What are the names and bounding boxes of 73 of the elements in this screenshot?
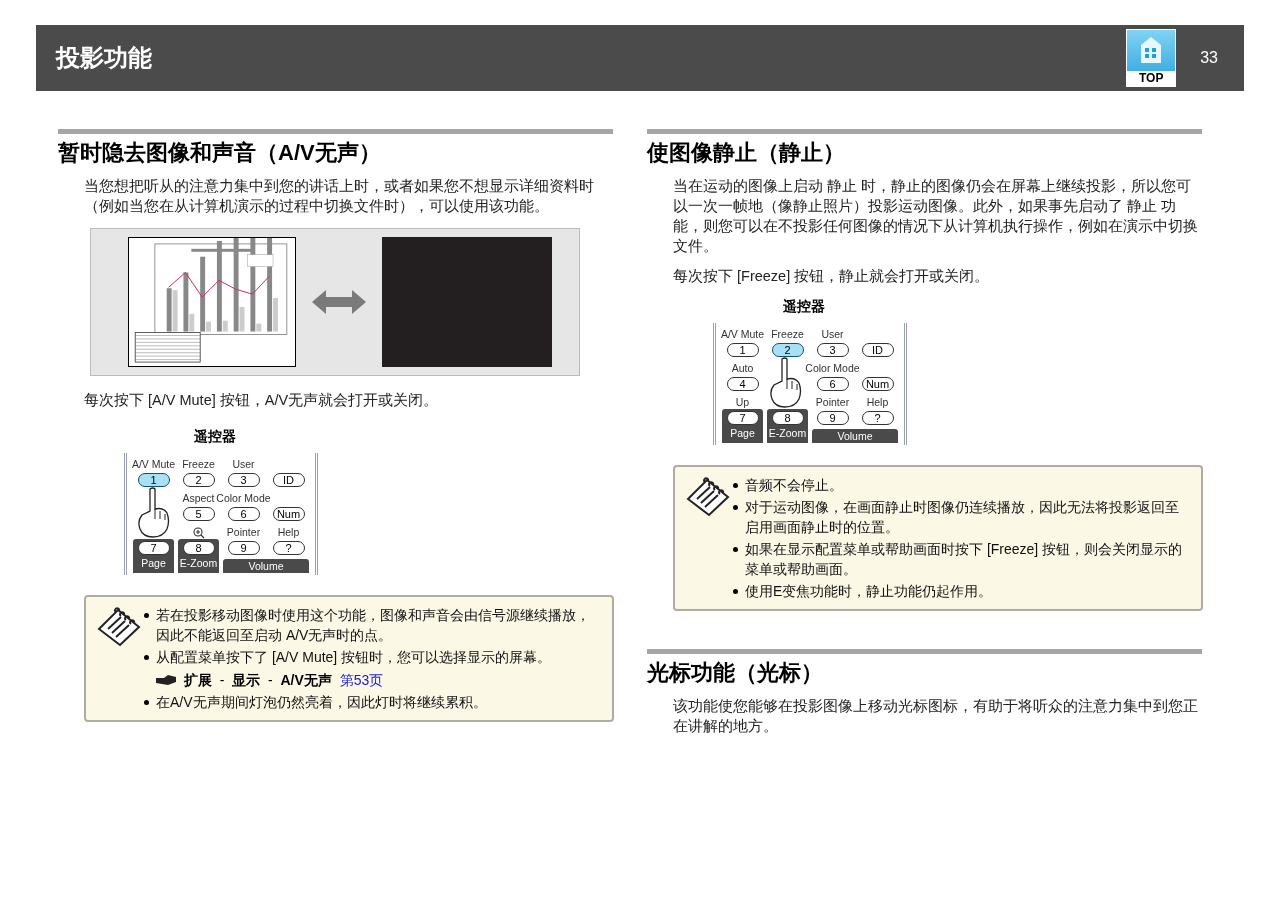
volume-label-bar: Volume	[812, 429, 898, 443]
remote-key: 8	[182, 541, 215, 555]
remote-key: 6	[816, 377, 849, 391]
key-label: Color Mode	[216, 491, 271, 505]
remote-key: 9	[816, 411, 849, 425]
note-text: 音频不会停止。	[745, 476, 843, 495]
remote-key: 7	[726, 411, 759, 425]
note-text: 从配置菜单按下了 [A/V Mute] 按钮时，您可以选择显示的屏幕。	[156, 648, 552, 667]
section-heading: 暂时隐去图像和声音（A/V无声）	[58, 139, 382, 167]
remote-caption: 遥控器	[194, 427, 236, 446]
key-label: Pointer	[226, 525, 261, 539]
pointing-hand-icon	[156, 675, 176, 685]
key-label: A/V Mute	[720, 327, 765, 341]
note-text: 对于运动图像，在画面静止时图像仍连续播放，因此无法将投影返回至启用画面静止时的位置。	[745, 498, 1180, 537]
section-heading: 使图像静止（静止）	[647, 139, 846, 167]
top-link[interactable]: TOP	[1126, 29, 1177, 87]
menu-path: 扩展 - 显示 - A/V无声	[184, 671, 332, 690]
double-arrow-icon	[312, 290, 366, 314]
pointing-hand-icon	[769, 357, 803, 409]
key-caption: E-Zoom	[768, 426, 807, 441]
page-number: 33	[1200, 48, 1218, 68]
house-icon	[1140, 36, 1163, 64]
remote-key: 4	[726, 377, 759, 391]
note-text: 在A/V无声期间灯泡仍然亮着，因此灯时将继续累积。	[156, 693, 487, 712]
remote-key: 3	[816, 343, 849, 357]
remote-key: 2	[771, 343, 804, 357]
key-label: Freeze	[182, 457, 215, 471]
zoom-in-icon	[192, 527, 205, 539]
remote-key: 5	[182, 507, 215, 521]
key-caption: Page	[141, 556, 166, 571]
key-label: Help	[866, 395, 889, 409]
note-text: 如果在显示配置菜单或帮助画面时按下 [Freeze] 按钮，则会关闭显示的菜单或帮助画面。	[745, 540, 1184, 579]
remote-key: Num	[861, 377, 894, 391]
remote-key: Num	[272, 507, 305, 521]
remote-key: ID	[272, 473, 305, 487]
remote-key: 8	[771, 411, 804, 425]
remote-key: 6	[227, 507, 260, 521]
remote-key: 2	[182, 473, 215, 487]
notepad-icon	[685, 477, 731, 517]
note-text: 使用E变焦功能时，静止功能仍起作用。	[745, 582, 993, 601]
key-label: Aspect	[182, 491, 215, 505]
key-caption: Page	[730, 426, 755, 441]
key-label: Help	[277, 525, 300, 539]
key-caption: E-Zoom	[179, 556, 218, 571]
paragraph: 每次按下 [A/V Mute] 按钮，A/V无声就会打开或关闭。	[84, 391, 440, 410]
page-title: 投影功能	[56, 43, 152, 73]
remote-key: 1	[726, 343, 759, 357]
paragraph: 该功能使您能够在投影图像上移动光标图标，有助于将听众的注意力集中到您正在讲解的地方。	[673, 697, 1199, 736]
remote-key: 9	[227, 541, 260, 555]
remote-key: 7	[137, 541, 170, 555]
key-label: Up	[735, 395, 750, 409]
paragraph: 当在运动的图像上启动 静止 时，静止的图像仍会在屏幕上继续投影，所以您可以一次一帧地（像静止照片）投影运动图像。此外，如果事先启动了 静止 功能，则您可以在不投影任何图像的情况下从计算机执行操作，例如在演示中切换文件。	[673, 177, 1199, 256]
key-label: Auto	[731, 361, 754, 375]
section-heading: 光标功能（光标）	[647, 659, 824, 687]
paragraph: 当您想把听从的注意力集中到您的讲话上时，或者如果您不想显示详细资料时（例如当您在从计算机演示的过程中切换文件时），可以使用该功能。	[84, 177, 595, 216]
key-label: A/V Mute	[131, 457, 176, 471]
remote-caption: 遥控器	[783, 297, 825, 316]
remote-key: ?	[272, 541, 305, 555]
key-label: Pointer	[815, 395, 850, 409]
key-label: Color Mode	[805, 361, 860, 375]
paragraph: 每次按下 [Freeze] 按钮，静止就会打开或关闭。	[673, 267, 991, 286]
pointing-hand-icon	[137, 487, 171, 539]
remote-key: 1	[137, 473, 170, 487]
key-label: User	[232, 457, 255, 471]
key-label: Freeze	[771, 327, 804, 341]
remote-key: 3	[227, 473, 260, 487]
remote-key: ?	[861, 411, 894, 425]
note-text: 若在投影移动图像时使用这个功能，图像和声音会由信号源继续播放，因此不能返回至启动 A/V无声时的点。	[156, 606, 591, 645]
page-link[interactable]: 第53页	[339, 670, 384, 690]
key-label: User	[821, 327, 844, 341]
notepad-icon	[96, 607, 142, 647]
remote-key: ID	[861, 343, 894, 357]
volume-label-bar: Volume	[223, 559, 309, 573]
